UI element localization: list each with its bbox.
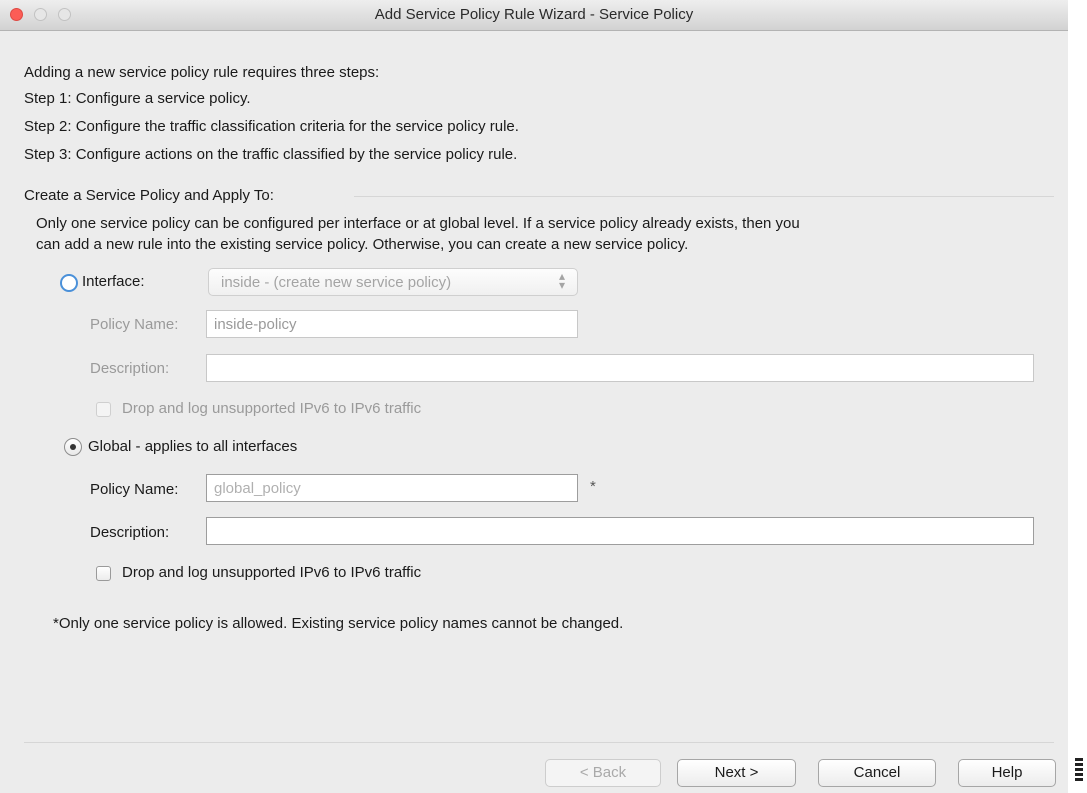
step-3-text: Step 3: Configure actions on the traffic… xyxy=(24,146,518,163)
interface-description-label: Description: xyxy=(90,360,170,377)
interface-drop-ipv6-checkbox[interactable] xyxy=(96,402,111,417)
interface-radio-label: Interface: xyxy=(82,273,145,290)
footnote: *Only one service policy is allowed. Exi… xyxy=(53,615,624,632)
step-1-text: Step 1: Configure a service policy. xyxy=(24,90,251,107)
global-description-input[interactable] xyxy=(206,517,1034,545)
step-2-text: Step 2: Configure the traffic classifica… xyxy=(24,118,519,135)
global-drop-ipv6-label: Drop and log unsupported IPv6 to IPv6 tr… xyxy=(122,564,422,581)
required-marker: * xyxy=(590,478,596,495)
back-button[interactable]: < Back xyxy=(545,759,661,787)
button-bar-divider xyxy=(24,742,1054,743)
next-button[interactable]: Next > xyxy=(677,759,796,787)
wizard-window: Add Service Policy Rule Wizard - Service… xyxy=(0,0,1068,793)
window-title: Add Service Policy Rule Wizard - Service… xyxy=(374,6,694,23)
global-drop-ipv6-checkbox[interactable] xyxy=(96,566,111,581)
interface-drop-ipv6-label: Drop and log unsupported IPv6 to IPv6 tr… xyxy=(122,400,422,417)
interface-select-value: inside - (create new service policy) xyxy=(221,274,452,291)
section-note-line-2: can add a new rule into the existing ser… xyxy=(36,236,689,253)
global-radio-label: Global - applies to all interfaces xyxy=(88,438,298,455)
help-button[interactable]: Help xyxy=(958,759,1056,787)
interface-description-input[interactable] xyxy=(206,354,1034,382)
interface-policy-name-label: Policy Name: xyxy=(90,316,179,333)
cancel-button[interactable]: Cancel xyxy=(818,759,936,787)
global-description-label: Description: xyxy=(90,524,170,541)
section-note-line-1: Only one service policy can be configure… xyxy=(36,215,800,232)
title-bar: Add Service Policy Rule Wizard - Service… xyxy=(0,0,1068,31)
global-radio[interactable] xyxy=(64,438,82,456)
intro-text: Adding a new service policy rule require… xyxy=(24,64,380,81)
global-policy-name-label: Policy Name: xyxy=(90,481,179,498)
section-title: Create a Service Policy and Apply To: xyxy=(24,187,274,204)
global-policy-name-input[interactable]: global_policy xyxy=(206,474,578,502)
section-divider xyxy=(354,196,1054,197)
select-arrows-icon: ▴ ▾ xyxy=(558,269,565,292)
interface-select[interactable]: inside - (create new service policy) ▴ ▾ xyxy=(208,268,578,296)
interface-policy-name-input[interactable]: inside-policy xyxy=(206,310,578,338)
interface-radio[interactable] xyxy=(60,274,78,292)
figure-id-mark xyxy=(1075,758,1083,786)
